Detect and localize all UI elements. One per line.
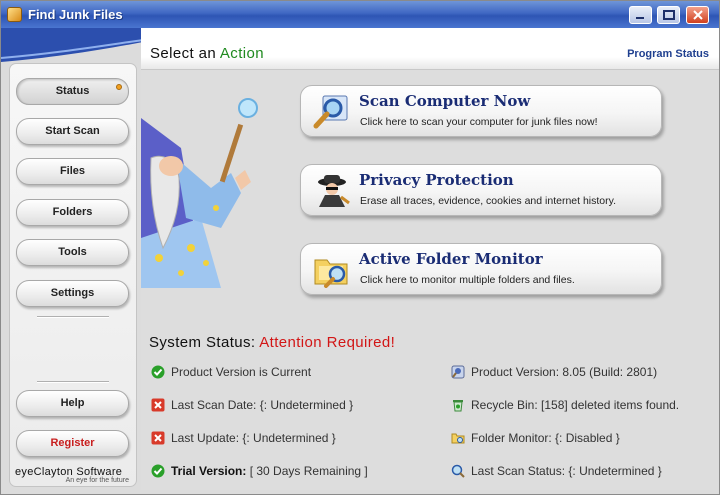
status-text: Product Version is Current: [171, 365, 312, 379]
privacy-protection-button[interactable]: Privacy Protection Erase all traces, evi…: [300, 164, 662, 216]
minimize-button[interactable]: [629, 6, 652, 24]
close-icon: [693, 10, 703, 20]
system-status-alert: Attention Required!: [259, 334, 396, 351]
action-title: Privacy Protection: [359, 171, 514, 189]
check-icon: [151, 464, 165, 478]
action-description: Erase all traces, evidence, cookies and …: [360, 195, 617, 207]
sidebar-item-label: Settings: [50, 287, 95, 299]
wizard-mascot-icon: [141, 98, 258, 288]
sidebar-item-start-scan[interactable]: Start Scan: [16, 118, 129, 145]
status-text: Folder Monitor: {: Disabled }: [471, 431, 620, 445]
page-title-accent: Action: [219, 45, 264, 62]
magnifier-icon: [313, 95, 348, 129]
sidebar-item-label: Tools: [58, 246, 87, 258]
scan-computer-now-button[interactable]: Scan Computer Now Click here to scan you…: [300, 85, 662, 137]
action-description: Click here to scan your computer for jun…: [360, 116, 598, 128]
sidebar-item-folders[interactable]: Folders: [16, 199, 129, 226]
product-icon: [451, 365, 465, 379]
minimize-icon: [636, 17, 644, 19]
system-status-heading: System Status: Attention Required!: [149, 334, 395, 351]
status-text: Last Scan Status: {: Undetermined }: [471, 464, 662, 478]
page-title: Select an Action: [150, 45, 264, 62]
folder-monitor-icon: [314, 259, 348, 288]
error-icon: [151, 431, 165, 445]
sidebar-divider: [37, 381, 109, 383]
window-title: Find Junk Files: [28, 7, 123, 22]
status-indicator-icon: [116, 84, 122, 90]
scan-status-icon: [451, 464, 465, 478]
status-text: Product Version: 8.05 (Build: 2801): [471, 365, 658, 379]
sidebar-item-label: Files: [59, 165, 86, 177]
main-panel: Scan Computer Now Click here to scan you…: [141, 70, 719, 490]
help-button[interactable]: Help: [16, 390, 129, 417]
maximize-button[interactable]: [657, 6, 680, 24]
active-folder-monitor-button[interactable]: Active Folder Monitor Click here to moni…: [300, 243, 662, 295]
status-text: Last Scan Date: {: Undetermined }: [171, 398, 354, 412]
system-status-prefix: System Status:: [149, 334, 260, 351]
sidebar-item-label: Folders: [52, 206, 93, 218]
error-icon: [151, 398, 165, 412]
brand-tagline: An eye for the future: [65, 477, 129, 484]
status-value: [ 30 Days Remaining ]: [246, 464, 368, 478]
sidebar-item-status[interactable]: Status: [16, 78, 129, 105]
action-title: Active Folder Monitor: [359, 250, 543, 268]
sidebar-item-label: Start Scan: [45, 125, 100, 137]
status-text: Recycle Bin: [158] deleted items found.: [471, 398, 680, 412]
recycle-bin-icon: [453, 400, 463, 412]
register-button[interactable]: Register: [16, 430, 129, 457]
sidebar-item-label: Status: [55, 85, 90, 97]
register-label: Register: [50, 437, 95, 449]
app-icon: [7, 7, 22, 22]
sidebar-item-settings[interactable]: Settings: [16, 280, 129, 307]
status-text: Last Update: {: Undetermined }: [171, 431, 336, 445]
maximize-icon: [663, 10, 675, 20]
sidebar-item-files[interactable]: Files: [16, 158, 129, 185]
page-title-prefix: Select an: [150, 45, 220, 62]
app-window: Find Junk Files Select an Action Program…: [0, 0, 720, 495]
action-title: Scan Computer Now: [359, 92, 531, 110]
spy-icon: [318, 175, 350, 207]
close-button[interactable]: [686, 6, 709, 24]
sidebar-divider: [37, 316, 109, 318]
title-bar[interactable]: Find Junk Files: [1, 1, 719, 28]
help-label: Help: [60, 397, 85, 409]
brand-logo: eyeClayton Software An eye for the futur…: [15, 466, 135, 484]
program-status-link[interactable]: Program Status: [627, 48, 709, 60]
sidebar: Status Start Scan Files Folders Tools Se…: [9, 63, 137, 487]
sidebar-item-tools[interactable]: Tools: [16, 239, 129, 266]
action-description: Click here to monitor multiple folders a…: [360, 274, 575, 286]
action-header: Select an Action Program Status: [141, 28, 719, 70]
header-swoosh: [1, 28, 143, 62]
check-icon: [151, 365, 165, 379]
status-label: Trial Version:: [171, 464, 247, 478]
folder-monitor-small-icon: [451, 433, 465, 444]
status-text: Trial Version: [ 30 Days Remaining ]: [171, 464, 368, 478]
